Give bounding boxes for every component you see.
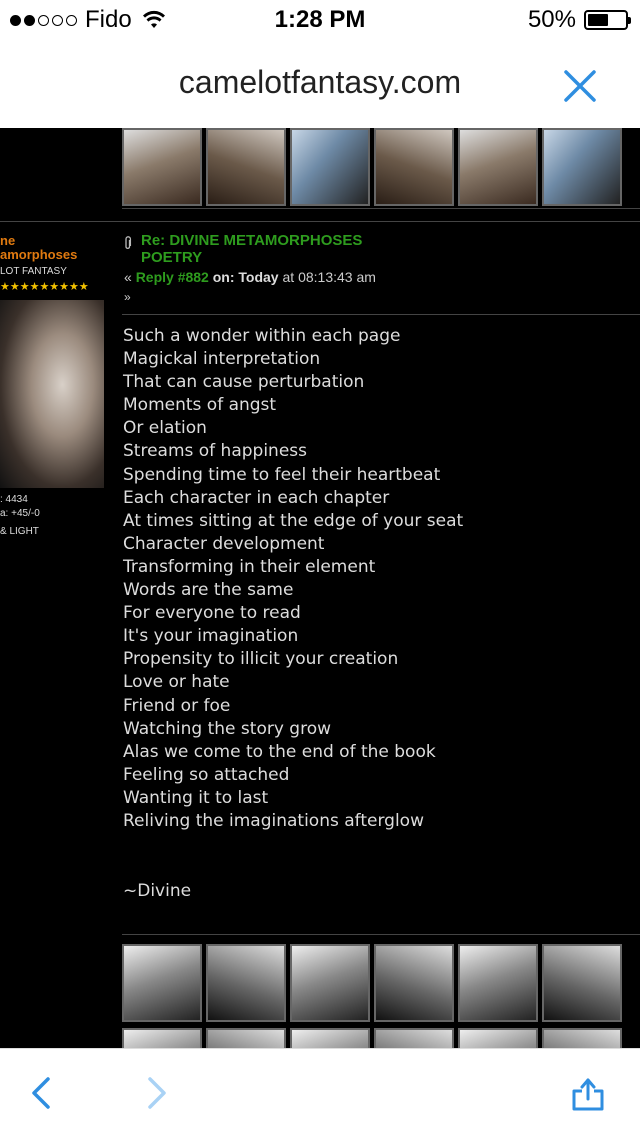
post-meta: « Reply #882 on: Today at 08:13:43 am <box>124 269 376 285</box>
battery-area: 50% <box>527 6 631 34</box>
thumbnail-image[interactable] <box>290 944 370 1022</box>
poem-line: Friend or foe <box>123 695 231 716</box>
reply-number[interactable]: Reply #882 <box>136 269 209 285</box>
post-time: at 08:13:43 am <box>282 269 376 285</box>
post-date: Today <box>238 269 279 285</box>
author-group: LOT FANTASY <box>0 266 67 277</box>
poem-line: Such a wonder within each page <box>123 326 401 346</box>
share-icon[interactable] <box>568 1073 608 1113</box>
browser-toolbar <box>0 1048 640 1137</box>
thumbnail-image[interactable] <box>122 1028 202 1048</box>
divider <box>0 221 640 222</box>
chevron-right-icon[interactable] <box>136 1073 176 1113</box>
thumbnail-image[interactable] <box>122 944 202 1022</box>
thumbnail-image[interactable] <box>542 128 622 206</box>
thumbnail-image[interactable] <box>374 128 454 206</box>
poem-line: Watching the story grow <box>123 718 332 739</box>
url-label[interactable]: camelotfantasy.com <box>0 64 640 101</box>
image-strip-bottom <box>122 944 622 1026</box>
post-icon <box>125 236 132 249</box>
divider <box>122 934 640 935</box>
thumbnail-image[interactable] <box>374 944 454 1022</box>
poem-line: That can cause perturbation <box>123 372 365 393</box>
rank-stars-icon: ★★★★★★★★★ <box>0 281 89 293</box>
thumbnail-image[interactable] <box>458 1028 538 1048</box>
poem-line: At times sitting at the edge of your sea… <box>123 510 464 531</box>
battery-icon <box>584 10 631 30</box>
thumbnail-image[interactable] <box>374 1028 454 1048</box>
divider <box>122 314 640 315</box>
poem-line: It's your imagination <box>123 626 299 647</box>
close-icon[interactable] <box>560 66 600 106</box>
chevron-left-icon[interactable] <box>22 1073 62 1113</box>
battery-percent: 50% <box>527 6 576 33</box>
poem-line: Wanting it to last <box>123 787 269 808</box>
poem-line: Words are the same <box>123 580 294 601</box>
author-personal-text: & LIGHT <box>0 526 39 537</box>
poem-line: Love or hate <box>123 672 230 693</box>
thumbnail-image[interactable] <box>458 128 538 206</box>
web-content: ne amorphoses LOT FANTASY ★★★★★★★★★ : 44… <box>0 128 640 1048</box>
post-body: Such a wonder within each page Magickal i… <box>123 325 463 833</box>
poem-line: Feeling so attached <box>123 764 290 785</box>
thumbnail-image[interactable] <box>542 944 622 1022</box>
poem-line: Magickal interpretation <box>123 349 321 370</box>
thumbnail-image[interactable] <box>458 944 538 1022</box>
prev-arrow[interactable]: « <box>124 269 132 285</box>
thumbnail-image[interactable] <box>122 128 202 206</box>
thumbnail-image[interactable] <box>542 1028 622 1048</box>
next-arrow[interactable]: » <box>124 290 131 304</box>
address-bar: camelotfantasy.com <box>0 40 640 128</box>
poem-line: Alas we come to the end of the book <box>123 741 436 762</box>
image-strip-top <box>122 128 622 210</box>
author-name[interactable]: ne amorphoses <box>0 234 110 262</box>
post-title[interactable]: Re: DIVINE METAMORPHOSES POETRY <box>141 232 421 266</box>
poem-line: Each character in each chapter <box>123 487 390 508</box>
poem-line: Streams of happiness <box>123 441 308 462</box>
avatar <box>0 300 104 488</box>
thumbnail-image[interactable] <box>290 1028 370 1048</box>
image-strip-bottom-row2 <box>122 1028 622 1048</box>
author-name-line1: ne <box>0 233 16 248</box>
poem-line: Propensity to illicit your creation <box>123 649 399 670</box>
author-posts: : 4434 <box>0 494 28 505</box>
signature: ~Divine <box>123 881 192 901</box>
poem-line: Or elation <box>123 418 207 439</box>
on-label: on: <box>212 269 235 285</box>
divider <box>122 208 640 209</box>
status-bar: Fido 1:28 PM 50% <box>0 0 640 40</box>
poem-line: Character development <box>123 533 325 554</box>
poem-line: Transforming in their element <box>123 556 376 577</box>
poem-line: Reliving the imaginations afterglow <box>123 810 424 831</box>
poem-line: Moments of angst <box>123 395 277 416</box>
thumbnail-image[interactable] <box>206 1028 286 1048</box>
poem-line: For everyone to read <box>123 603 301 624</box>
thumbnail-image[interactable] <box>206 944 286 1022</box>
author-name-line2: amorphoses <box>0 247 78 262</box>
thumbnail-image[interactable] <box>290 128 370 206</box>
thumbnail-image[interactable] <box>206 128 286 206</box>
poem-line: Spending time to feel their heartbeat <box>123 464 441 485</box>
author-karma: a: +45/-0 <box>0 508 40 519</box>
